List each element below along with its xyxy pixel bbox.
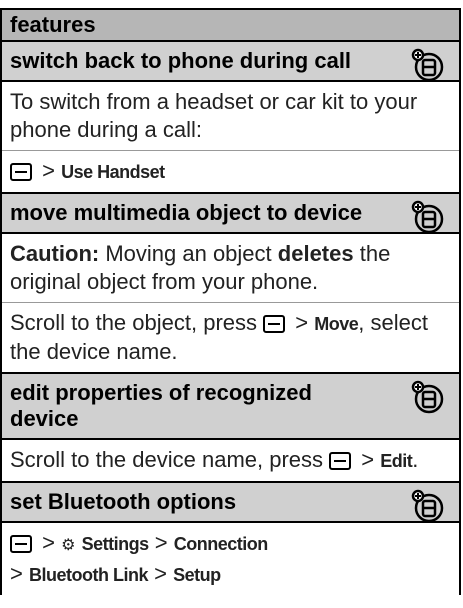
- feature-instruction: Scroll to the object, press > Move, sele…: [2, 303, 459, 374]
- menu-item-move: Move: [314, 314, 359, 334]
- headset-accessory-icon: [411, 48, 444, 82]
- feature-title-text: switch back to phone during call: [10, 48, 352, 73]
- feature-title-bluetooth-options: set Bluetooth options: [2, 483, 459, 523]
- feature-title-switch-back: switch back to phone during call: [2, 42, 459, 82]
- instruction-text: Scroll to the object, press: [10, 310, 258, 335]
- table-header: features: [2, 8, 459, 42]
- feature-title-text: set Bluetooth options: [10, 489, 237, 514]
- path-separator: >: [10, 561, 23, 586]
- path-separator: >: [154, 561, 167, 586]
- headset-accessory-icon: [411, 380, 444, 414]
- menu-item-settings: Settings: [81, 534, 150, 554]
- menu-key-icon: [10, 163, 32, 182]
- feature-title-text: edit properties of recognized device: [10, 380, 312, 431]
- menu-key-icon: [10, 535, 32, 554]
- description-text: To switch from a headset or car kit to y…: [10, 89, 418, 142]
- caution-text-part: Moving an object: [105, 241, 272, 266]
- feature-title-edit-properties: edit properties of recognized device: [2, 374, 459, 440]
- caution-text: Caution: Moving an object deletes the or…: [2, 234, 459, 303]
- feature-description: To switch from a headset or car kit to y…: [2, 82, 459, 151]
- page: features switch back to phone during cal…: [0, 0, 463, 608]
- headset-accessory-icon: [411, 489, 444, 523]
- menu-item-setup: Setup: [173, 565, 221, 585]
- caution-label: Caution:: [10, 241, 100, 266]
- headset-accessory-icon: [411, 200, 444, 234]
- table-header-title: features: [10, 12, 96, 37]
- instruction-text: Scroll to the device name, press: [10, 447, 324, 472]
- path-separator: >: [42, 530, 55, 555]
- menu-item-bluetooth-link: Bluetooth Link: [28, 565, 148, 585]
- menu-item-use-handset: Use Handset: [61, 162, 165, 182]
- path-separator: >: [361, 447, 375, 472]
- menu-item-edit: Edit: [380, 451, 413, 471]
- menu-item-connection: Connection: [173, 534, 269, 554]
- feature-instruction: Scroll to the device name, press > Edit.: [2, 440, 459, 483]
- features-table: features switch back to phone during cal…: [0, 8, 461, 595]
- menu-key-icon: [263, 315, 286, 334]
- feature-title-move-multimedia: move multimedia object to device: [2, 194, 459, 234]
- settings-icon: ⚙: [61, 537, 76, 554]
- path-separator: >: [42, 158, 55, 183]
- feature-title-text: move multimedia object to device: [10, 200, 363, 225]
- instruction-text: .: [412, 447, 419, 472]
- path-separator: >: [295, 310, 309, 335]
- feature-path: > ⚙ Settings > Connection > Bluetooth Li…: [2, 523, 459, 595]
- feature-path: > Use Handset: [2, 151, 459, 194]
- menu-key-icon: [329, 452, 352, 471]
- path-separator: >: [154, 530, 168, 555]
- caution-bold-word: deletes: [277, 241, 354, 266]
